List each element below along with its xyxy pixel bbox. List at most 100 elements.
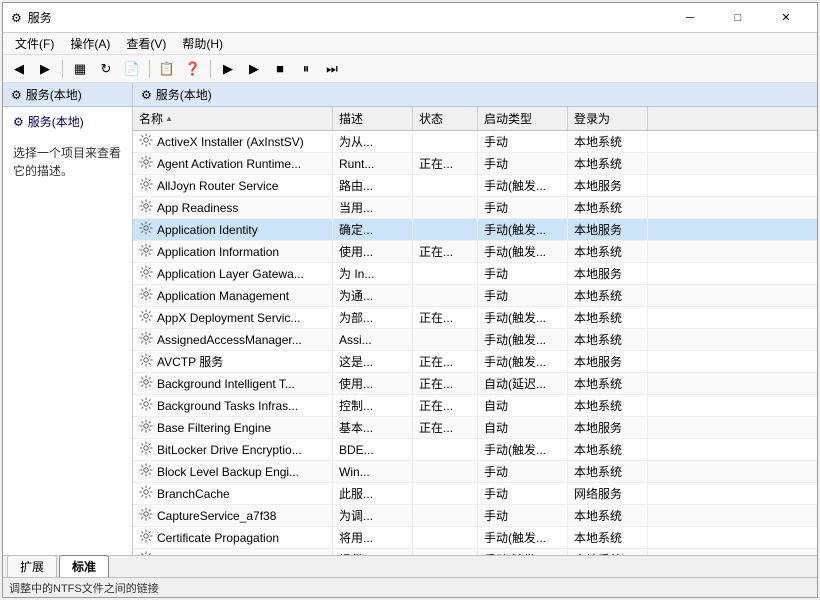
status-text: 调整中的NTFS文件之间的链接 — [9, 580, 159, 596]
table-row[interactable]: AssignedAccessManager... Assi... 手动(触发..… — [133, 329, 817, 351]
table-row[interactable]: Block Level Backup Engi... Win... 手动 本地系… — [133, 461, 817, 483]
table-row[interactable]: Application Information 使用... 正在... 手动(触… — [133, 241, 817, 263]
table-row[interactable]: CaptureService_a7f38 为调... 手动 本地系统 — [133, 505, 817, 527]
cell-name: Application Management — [133, 285, 333, 306]
left-panel-services-icon: ⚙ — [13, 115, 24, 129]
cell-startup: 手动(触发... — [478, 527, 568, 548]
help-icon-button[interactable]: ❓ — [181, 58, 205, 80]
cell-status — [413, 329, 478, 350]
cell-startup: 自动 — [478, 395, 568, 416]
refresh-button[interactable]: ↻ — [94, 58, 118, 80]
table-row[interactable]: AppX Deployment Servic... 为部... 正在... 手动… — [133, 307, 817, 329]
cell-name: Agent Activation Runtime... — [133, 153, 333, 174]
service-name: AVCTP 服务 — [157, 353, 223, 370]
menu-action[interactable]: 操作(A) — [62, 33, 118, 54]
cell-login: 本地系统 — [568, 329, 648, 350]
cell-status: 正在... — [413, 373, 478, 394]
cell-name: Application Information — [133, 241, 333, 262]
services-table[interactable]: 名称 ▲ 描述 状态 启动类型 登录为 — [133, 107, 817, 555]
cell-name: Base Filtering Engine — [133, 417, 333, 438]
table-row[interactable]: Application Management 为通... 手动 本地系统 — [133, 285, 817, 307]
export-button[interactable]: 📄 — [120, 58, 144, 80]
table-row[interactable]: BranchCache 此服... 手动 网络服务 — [133, 483, 817, 505]
cell-startup: 手动 — [478, 285, 568, 306]
header-desc[interactable]: 描述 — [333, 107, 413, 130]
title-controls: ─ □ ✕ — [667, 3, 809, 33]
status-bar: 调整中的NTFS文件之间的链接 — [3, 577, 817, 597]
header-startup[interactable]: 启动类型 — [478, 107, 568, 130]
cell-status — [413, 285, 478, 306]
bottom-tabs: 扩展 标准 — [3, 555, 817, 577]
left-panel-services-item[interactable]: ⚙ 服务(本地) — [3, 107, 132, 136]
cell-desc: 为调... — [333, 505, 413, 526]
tab-expand[interactable]: 扩展 — [7, 555, 57, 577]
cell-desc: 使用... — [333, 241, 413, 262]
cell-desc: 使用... — [333, 373, 413, 394]
table-row[interactable]: AVCTP 服务 这是... 正在... 手动(触发... 本地服务 — [133, 351, 817, 373]
table-row[interactable]: Application Identity 确定... 手动(触发... 本地服务 — [133, 219, 817, 241]
back-button[interactable]: ◀ — [7, 58, 31, 80]
properties-button[interactable]: 📋 — [155, 58, 179, 80]
menu-file[interactable]: 文件(F) — [7, 33, 62, 54]
header-login[interactable]: 登录为 — [568, 107, 648, 130]
toolbar-separator-2 — [149, 60, 150, 78]
service-name: Block Level Backup Engi... — [157, 465, 299, 479]
cell-desc: 为通... — [333, 285, 413, 306]
menu-view[interactable]: 查看(V) — [118, 33, 174, 54]
right-panel-title: 服务(本地) — [156, 86, 212, 103]
table-row[interactable]: AllJoyn Router Service 路由... 手动(触发... 本地… — [133, 175, 817, 197]
cell-desc: Win... — [333, 461, 413, 482]
cell-startup: 自动(延迟... — [478, 373, 568, 394]
show-hide-button[interactable]: ▦ — [68, 58, 92, 80]
start-button[interactable]: ▶ — [216, 58, 240, 80]
cell-status — [413, 505, 478, 526]
service-icon — [139, 419, 153, 436]
cell-login: 本地系统 — [568, 373, 648, 394]
cell-status: 正在... — [413, 307, 478, 328]
start2-button[interactable]: ▶ — [242, 58, 266, 80]
tab-standard[interactable]: 标准 — [59, 555, 109, 577]
service-icon — [139, 243, 153, 260]
cell-status — [413, 527, 478, 548]
pause-button[interactable]: ⏸ — [294, 58, 318, 80]
service-icon — [139, 331, 153, 348]
cell-login: 本地系统 — [568, 285, 648, 306]
service-icon — [139, 485, 153, 502]
cell-status — [413, 131, 478, 152]
table-row[interactable]: Certificate Propagation 将用... 手动(触发... 本… — [133, 527, 817, 549]
cell-status — [413, 439, 478, 460]
header-status[interactable]: 状态 — [413, 107, 478, 130]
menu-help[interactable]: 帮助(H) — [174, 33, 231, 54]
service-name: BitLocker Drive Encryptio... — [157, 443, 302, 457]
cell-name: BranchCache — [133, 483, 333, 504]
service-name: Background Intelligent T... — [157, 377, 295, 391]
table-row[interactable]: Background Intelligent T... 使用... 正在... … — [133, 373, 817, 395]
table-row[interactable]: BitLocker Drive Encryptio... BDE... 手动(触… — [133, 439, 817, 461]
header-name[interactable]: 名称 ▲ — [133, 107, 333, 130]
table-row[interactable]: Application Layer Gatewa... 为 In... 手动 本… — [133, 263, 817, 285]
restart-button[interactable]: ⏭ — [320, 58, 344, 80]
cell-status: 正在... — [413, 241, 478, 262]
table-row[interactable]: ActiveX Installer (AxInstSV) 为从... 手动 本地… — [133, 131, 817, 153]
stop-button[interactable]: ■ — [268, 58, 292, 80]
forward-button[interactable]: ▶ — [33, 58, 57, 80]
right-panel-header: ⚙ 服务(本地) — [133, 83, 817, 107]
table-row[interactable]: Background Tasks Infras... 控制... 正在... 自… — [133, 395, 817, 417]
cell-name: AppX Deployment Servic... — [133, 307, 333, 328]
minimize-button[interactable]: ─ — [667, 3, 713, 33]
close-button[interactable]: ✕ — [763, 3, 809, 33]
cell-startup: 手动 — [478, 131, 568, 152]
cell-status — [413, 219, 478, 240]
service-name: ActiveX Installer (AxInstSV) — [157, 135, 304, 149]
table-row[interactable]: Agent Activation Runtime... Runt... 正在..… — [133, 153, 817, 175]
service-icon — [139, 507, 153, 524]
window-title: 服务 — [28, 9, 52, 26]
cell-status — [413, 461, 478, 482]
table-row[interactable]: App Readiness 当用... 手动 本地系统 — [133, 197, 817, 219]
cell-status: 正在... — [413, 395, 478, 416]
window-icon: ⚙ — [11, 11, 22, 25]
table-row[interactable]: Base Filtering Engine 基本... 正在... 自动 本地服… — [133, 417, 817, 439]
service-name: AssignedAccessManager... — [157, 333, 302, 347]
maximize-button[interactable]: □ — [715, 3, 761, 33]
right-panel-icon: ⚙ — [141, 88, 152, 102]
